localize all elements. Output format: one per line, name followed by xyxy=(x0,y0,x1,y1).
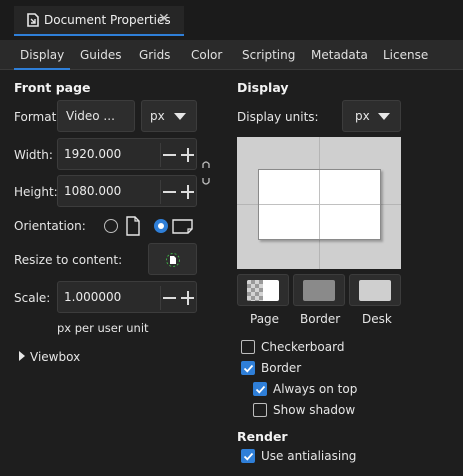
landscape-page-icon xyxy=(172,219,193,234)
scale-value: 1.000000 xyxy=(64,290,122,304)
checkerboard-checkbox[interactable] xyxy=(241,340,255,354)
border-checkbox[interactable] xyxy=(241,361,255,375)
chevron-down-icon xyxy=(174,113,186,120)
desk-color-swatch xyxy=(359,280,391,301)
display-units-value: px xyxy=(355,109,370,123)
document-tab[interactable]: Document Properties ✕ xyxy=(14,6,184,36)
border-color-swatch xyxy=(303,280,335,301)
antialiasing-checkbox[interactable] xyxy=(241,449,255,463)
border-swatch-label: Border xyxy=(300,312,341,326)
width-field[interactable]: 1920.000 xyxy=(57,138,197,170)
display-heading: Display xyxy=(237,80,289,95)
height-field[interactable]: 1080.000 xyxy=(57,175,197,207)
tab-license[interactable]: License xyxy=(383,48,428,62)
tab-scripting[interactable]: Scripting xyxy=(242,48,295,62)
page-swatch-label: Page xyxy=(250,312,280,326)
close-icon[interactable]: ✕ xyxy=(158,11,170,27)
title-bar: Document Properties ✕ xyxy=(0,0,463,40)
chevron-down-icon xyxy=(378,113,390,120)
page-preview xyxy=(237,137,401,269)
front-page-heading: Front page xyxy=(14,80,91,95)
format-dropdown[interactable]: Video ... xyxy=(57,100,135,132)
minus-icon[interactable] xyxy=(163,191,176,193)
minus-icon[interactable] xyxy=(163,297,176,299)
resize-to-content-button[interactable] xyxy=(148,243,197,275)
chevron-right-icon xyxy=(19,351,25,361)
border-color-button[interactable] xyxy=(293,274,345,306)
landscape-radio[interactable] xyxy=(154,219,168,233)
checkmark-icon xyxy=(243,452,254,461)
tab-grids[interactable]: Grids xyxy=(139,48,170,62)
antialiasing-label: Use antialiasing xyxy=(261,449,357,463)
show-shadow-label: Show shadow xyxy=(273,403,356,417)
width-label: Width: xyxy=(14,148,53,162)
resize-to-content-icon xyxy=(166,253,180,267)
height-value: 1080.000 xyxy=(64,184,122,198)
tab-metadata[interactable]: Metadata xyxy=(311,48,368,62)
height-label: Height: xyxy=(14,185,58,199)
portrait-page-icon xyxy=(126,216,140,236)
viewbox-label: Viewbox xyxy=(30,350,81,364)
page-color-button[interactable] xyxy=(237,274,289,306)
plus-icon-vertical xyxy=(187,185,189,199)
chain-link-icon[interactable] xyxy=(201,160,211,186)
preview-page xyxy=(258,169,381,240)
page-color-swatch xyxy=(247,280,279,301)
minus-icon[interactable] xyxy=(163,154,176,156)
format-unit-value: px xyxy=(150,109,165,123)
render-heading: Render xyxy=(237,429,288,444)
portrait-radio[interactable] xyxy=(104,219,118,233)
checkmark-icon xyxy=(255,385,266,394)
plus-icon-vertical xyxy=(187,291,189,305)
format-label: Format: xyxy=(14,110,61,124)
desk-swatch-label: Desk xyxy=(362,312,392,326)
checkmark-icon xyxy=(243,364,254,373)
scale-field[interactable]: 1.000000 xyxy=(57,281,197,313)
plus-icon-vertical xyxy=(187,148,189,162)
always-on-top-checkbox[interactable] xyxy=(253,382,267,396)
format-value: Video ... xyxy=(66,109,115,123)
divider xyxy=(160,286,161,310)
tab-color[interactable]: Color xyxy=(191,48,222,62)
scale-units-text: px per user unit xyxy=(57,321,149,335)
tab-bar: Display Guides Grids Color Scripting Met… xyxy=(0,40,463,70)
viewbox-expander[interactable]: Viewbox xyxy=(18,348,98,366)
tab-guides[interactable]: Guides xyxy=(80,48,122,62)
show-shadow-checkbox[interactable] xyxy=(253,403,267,417)
format-unit-dropdown[interactable]: px xyxy=(141,100,197,132)
display-units-dropdown[interactable]: px xyxy=(342,100,401,132)
tab-display[interactable]: Display xyxy=(13,48,71,70)
desk-color-button[interactable] xyxy=(349,274,401,306)
checker-pattern xyxy=(247,280,263,301)
border-label: Border xyxy=(261,361,302,375)
display-units-label: Display units: xyxy=(237,110,319,124)
resize-label: Resize to content: xyxy=(14,253,123,267)
width-value: 1920.000 xyxy=(64,147,122,161)
divider xyxy=(160,143,161,167)
inkscape-doc-icon xyxy=(27,13,39,27)
divider xyxy=(160,180,161,204)
preview-page-guide-horizontal xyxy=(259,204,380,205)
always-on-top-label: Always on top xyxy=(273,382,358,396)
document-tab-title: Document Properties xyxy=(44,13,171,27)
orientation-label: Orientation: xyxy=(14,219,86,233)
checkerboard-label: Checkerboard xyxy=(261,340,345,354)
scale-label: Scale: xyxy=(14,291,51,305)
